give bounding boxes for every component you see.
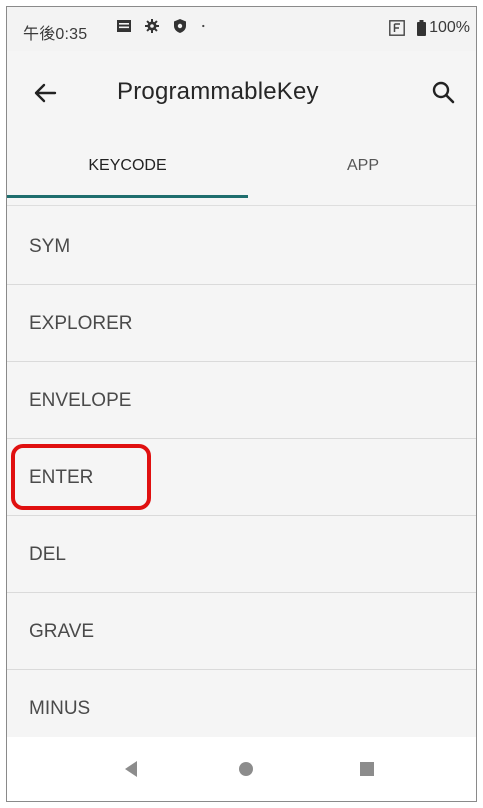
f-box-icon xyxy=(389,20,405,36)
arrow-left-icon xyxy=(34,83,57,103)
app-bar: ProgrammableKey xyxy=(7,51,476,133)
nav-back-button[interactable] xyxy=(117,755,145,783)
shield-icon xyxy=(174,19,186,33)
nav-back-icon xyxy=(125,761,137,777)
list-item-label: DEL xyxy=(29,544,66,565)
tab-bar: KEYCODE APP xyxy=(7,133,476,206)
list-item-envelope[interactable]: ENVELOPE xyxy=(7,362,476,439)
page-title: ProgrammableKey xyxy=(117,78,319,105)
nav-recent-button[interactable] xyxy=(353,755,381,783)
search-button[interactable] xyxy=(424,73,464,113)
list-item-sym[interactable]: SYM xyxy=(7,208,476,285)
dot-icon xyxy=(202,24,205,28)
list-item-minus[interactable]: MINUS xyxy=(7,670,476,747)
tab-app[interactable]: APP xyxy=(248,133,476,203)
nav-home-button[interactable] xyxy=(232,755,260,783)
search-icon xyxy=(432,81,455,104)
keycode-list: SYM EXPLORER ENVELOPE ENTER DEL GRAVE MI… xyxy=(7,208,476,747)
battery-icon xyxy=(417,20,427,36)
status-time: 午後0:35 xyxy=(23,26,88,43)
list-item-label: SYM xyxy=(29,236,71,257)
navigation-bar xyxy=(7,737,476,801)
back-button[interactable] xyxy=(25,73,65,113)
message-icon xyxy=(117,20,131,32)
status-bar: 午後0:35 100% xyxy=(7,7,476,51)
nav-recent-icon xyxy=(360,762,374,776)
list-item-grave[interactable]: GRAVE xyxy=(7,593,476,670)
list-item-label: ENVELOPE xyxy=(29,390,132,411)
tab-indicator xyxy=(7,195,248,198)
phone-screen: 午後0:35 100% ProgrammableKey KEYCODE APP … xyxy=(6,6,477,802)
gear-icon xyxy=(145,19,159,33)
list-item-label: GRAVE xyxy=(29,621,95,642)
nav-home-icon xyxy=(239,762,253,776)
list-item-label: EXPLORER xyxy=(29,313,133,334)
battery-percent: 100% xyxy=(429,19,470,36)
list-item-explorer[interactable]: EXPLORER xyxy=(7,285,476,362)
highlight-box xyxy=(11,444,151,510)
tab-keycode[interactable]: KEYCODE xyxy=(7,133,248,203)
list-item-del[interactable]: DEL xyxy=(7,516,476,593)
list-item-label: MINUS xyxy=(29,698,91,719)
